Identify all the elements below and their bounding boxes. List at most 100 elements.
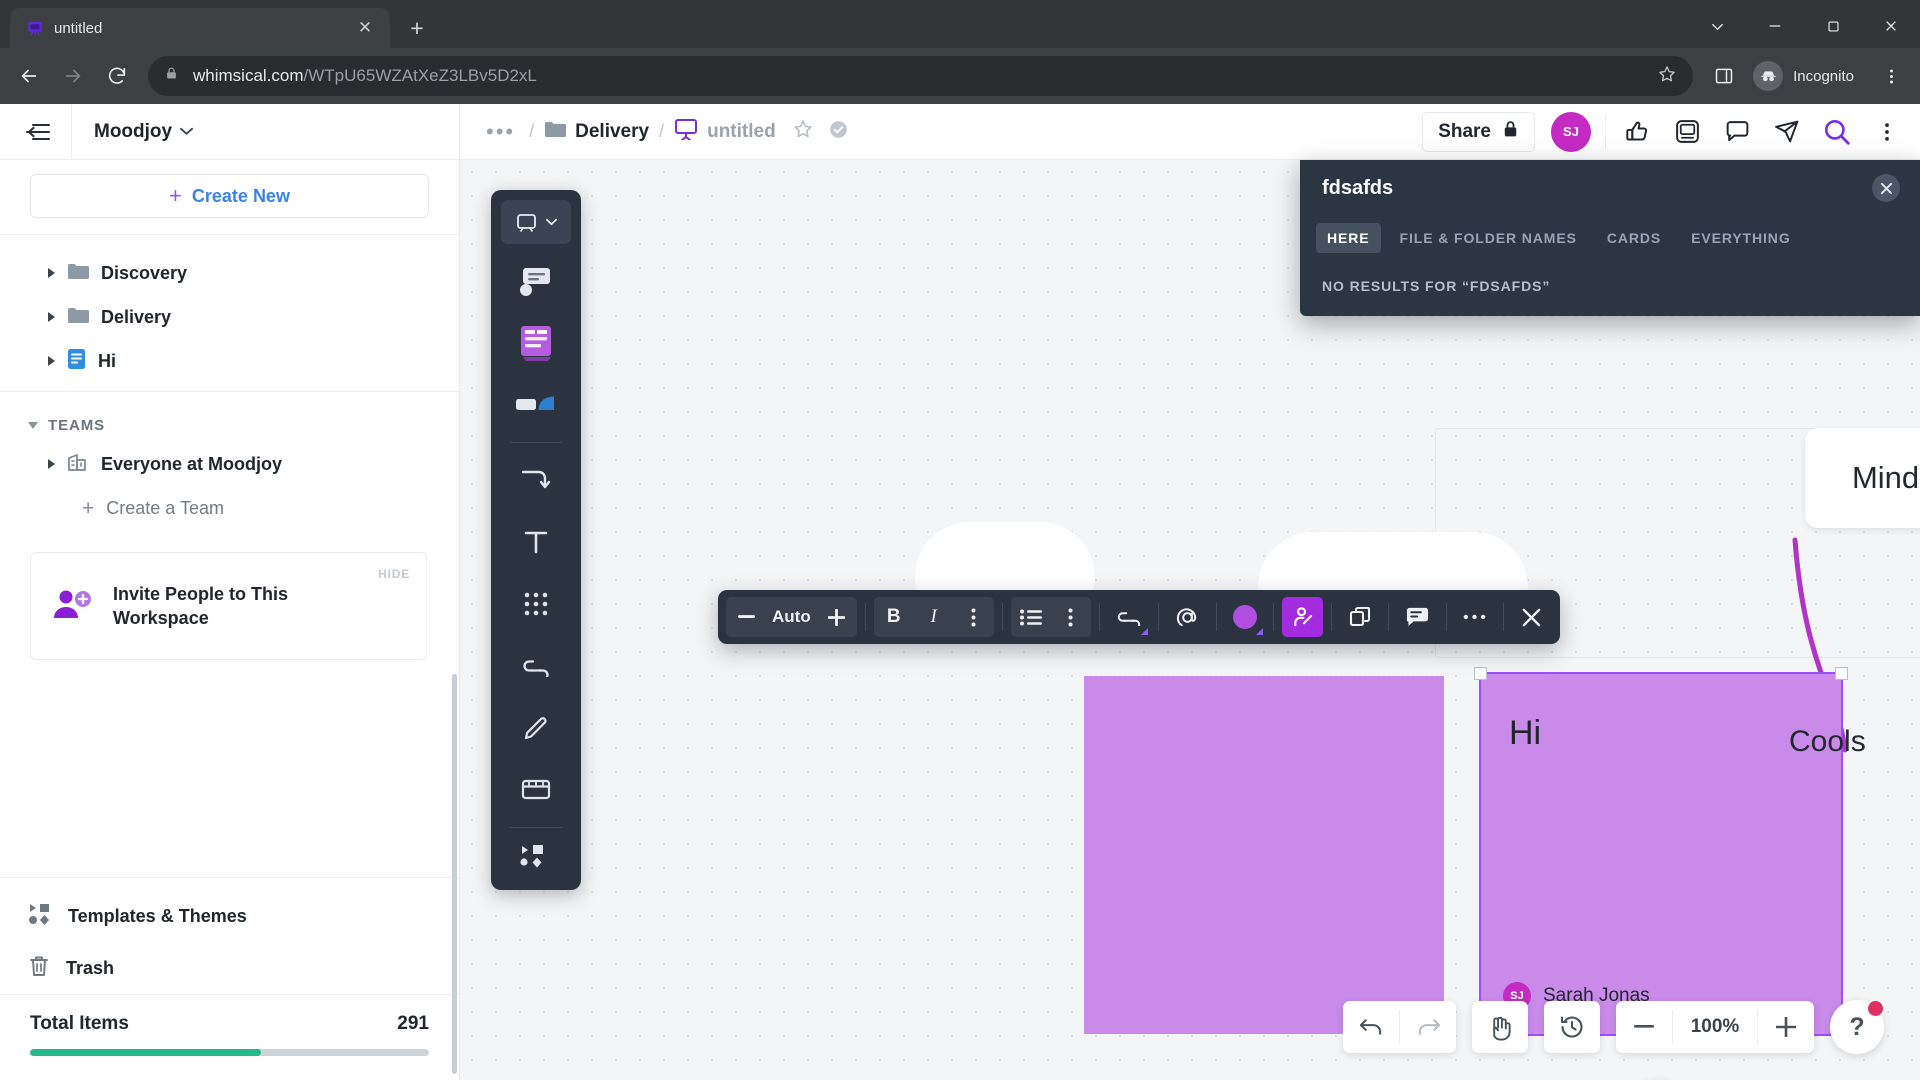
star-icon[interactable] <box>1657 64 1677 89</box>
arrow-left-icon[interactable] <box>8 55 50 97</box>
thumbs-up-icon[interactable] <box>1612 109 1662 155</box>
link-icon[interactable] <box>1108 597 1150 637</box>
tab-cards[interactable]: CARDS <box>1596 223 1672 253</box>
tab-everything[interactable]: EVERYTHING <box>1680 223 1802 253</box>
incognito-indicator[interactable]: Incognito <box>1747 56 1868 96</box>
triangle-right-icon[interactable] <box>48 356 55 366</box>
more-tools-icon[interactable] <box>499 834 573 878</box>
kebab-menu-icon[interactable] <box>1051 597 1091 637</box>
sticky-note-title: Hi <box>1509 714 1542 752</box>
create-team-button[interactable]: + Create a Team <box>0 486 459 530</box>
avatar[interactable]: SJ <box>1551 111 1591 152</box>
close-icon[interactable] <box>1872 174 1900 202</box>
font-size-value[interactable]: Auto <box>766 607 817 627</box>
hand-tool-icon[interactable] <box>1472 1001 1528 1053</box>
minimize-icon[interactable] <box>1746 4 1804 48</box>
sidebar-item-everyone-at-moodjoy[interactable]: Everyone at Moodjoy <box>0 442 459 486</box>
share-button[interactable]: Share <box>1422 111 1535 152</box>
triangle-right-icon[interactable] <box>48 312 55 322</box>
tab-here[interactable]: HERE <box>1316 223 1381 253</box>
shape-tool-icon[interactable] <box>499 374 573 436</box>
invite-people-card[interactable]: Invite People to This Workspace HIDE <box>30 552 427 660</box>
whimsical-logo-icon <box>26 19 44 37</box>
frame-tool-icon[interactable] <box>499 759 573 821</box>
triangle-right-icon[interactable] <box>48 459 55 469</box>
color-swatch-button[interactable] <box>1225 597 1265 637</box>
history-icon[interactable] <box>1544 1001 1600 1053</box>
text-tool-icon[interactable] <box>499 511 573 573</box>
ellipsis-icon[interactable]: ••• <box>482 120 519 142</box>
maximize-icon[interactable] <box>1804 4 1862 48</box>
workspace-switcher[interactable]: Moodjoy <box>72 121 194 143</box>
browser-tab[interactable]: untitled ✕ <box>10 8 390 48</box>
resize-handle[interactable] <box>1474 667 1487 680</box>
star-outline-icon[interactable] <box>792 118 814 145</box>
divider <box>864 603 866 631</box>
arrow-tool-icon[interactable] <box>499 449 573 511</box>
hide-invite-button[interactable]: HIDE <box>378 567 410 581</box>
reload-icon[interactable] <box>96 55 138 97</box>
increase-font-size-button[interactable] <box>817 597 857 637</box>
kebab-menu-icon[interactable] <box>1862 109 1912 155</box>
board-icon <box>674 118 698 145</box>
pen-tool-icon[interactable] <box>499 697 573 759</box>
zoom-out-button[interactable] <box>1616 1001 1672 1053</box>
close-icon[interactable]: ✕ <box>352 15 378 41</box>
close-icon[interactable] <box>1862 4 1920 48</box>
comment-icon[interactable] <box>1397 597 1438 637</box>
triangle-down-icon[interactable] <box>28 421 38 429</box>
zoom-level[interactable]: 100% <box>1673 1016 1757 1038</box>
presentation-icon[interactable] <box>1662 109 1712 155</box>
sidebar-header: Moodjoy <box>0 103 459 160</box>
triangle-right-icon[interactable] <box>48 268 55 278</box>
select-tool-icon[interactable] <box>501 200 571 244</box>
comment-icon[interactable] <box>1712 109 1762 155</box>
arrow-right-icon[interactable] <box>52 55 94 97</box>
bullet-list-icon[interactable] <box>1011 597 1051 637</box>
zoom-in-button[interactable] <box>1758 1001 1814 1053</box>
sidebar-item-hi[interactable]: Hi <box>0 339 459 383</box>
undo-icon[interactable] <box>1343 1001 1399 1053</box>
search-input[interactable]: fdsafds <box>1322 177 1393 200</box>
mind-map-node[interactable]: Mind Map <box>1805 428 1920 528</box>
teams-header[interactable]: TEAMS <box>0 408 459 442</box>
sticky-note[interactable] <box>1084 676 1444 1034</box>
collapse-sidebar-icon[interactable] <box>0 103 72 160</box>
help-button[interactable]: ? <box>1830 1000 1884 1054</box>
resize-handle[interactable] <box>1835 667 1848 680</box>
duplicate-icon[interactable] <box>1340 597 1380 637</box>
sidebar-item-delivery[interactable]: Delivery <box>0 295 459 339</box>
breadcrumb-item-delivery[interactable]: Delivery <box>544 120 649 143</box>
sidebar-item-discovery[interactable]: Discovery <box>0 251 459 295</box>
new-tab-button[interactable]: + <box>400 11 434 45</box>
kebab-menu-icon[interactable] <box>954 597 994 637</box>
bold-button[interactable]: B <box>874 597 914 637</box>
card-tool-icon[interactable] <box>499 312 573 374</box>
folder-icon <box>67 306 89 329</box>
grid-tool-icon[interactable] <box>499 573 573 635</box>
folder-icon <box>67 262 89 285</box>
sticky-note-tool-icon[interactable] <box>499 250 573 312</box>
decrease-font-size-button[interactable] <box>726 597 766 637</box>
ellipsis-icon[interactable] <box>1455 597 1495 637</box>
italic-button[interactable]: I <box>914 597 954 637</box>
assign-person-icon[interactable] <box>1281 597 1323 637</box>
close-icon[interactable] <box>1512 597 1552 637</box>
side-panel-icon[interactable] <box>1703 55 1745 97</box>
create-new-button[interactable]: + Create New <box>30 174 429 218</box>
sidebar-item-templates-themes[interactable]: Templates & Themes <box>0 890 459 942</box>
link-tool-icon[interactable] <box>499 635 573 697</box>
redo-icon[interactable] <box>1400 1001 1456 1053</box>
canvas-label-cools[interactable]: Cools <box>1789 725 1866 759</box>
tab-file-folder-names[interactable]: FILE & FOLDER NAMES <box>1389 223 1588 253</box>
sidebar-item-trash[interactable]: Trash <box>0 942 459 994</box>
address-bar[interactable]: whimsical.com/WTpU65WZAtXeZ3LBv5D2xL <box>148 56 1694 96</box>
sidebar-scrollbar[interactable] <box>452 674 457 1074</box>
chevron-down-icon[interactable] <box>1688 4 1746 48</box>
search-icon[interactable] <box>1812 109 1862 155</box>
browser-tabstrip: untitled ✕ + <box>0 0 1920 48</box>
at-mention-icon[interactable] <box>1167 597 1208 637</box>
kebab-menu-icon[interactable] <box>1870 55 1912 97</box>
breadcrumb-item-untitled[interactable]: untitled <box>674 118 776 145</box>
send-icon[interactable] <box>1762 109 1812 155</box>
